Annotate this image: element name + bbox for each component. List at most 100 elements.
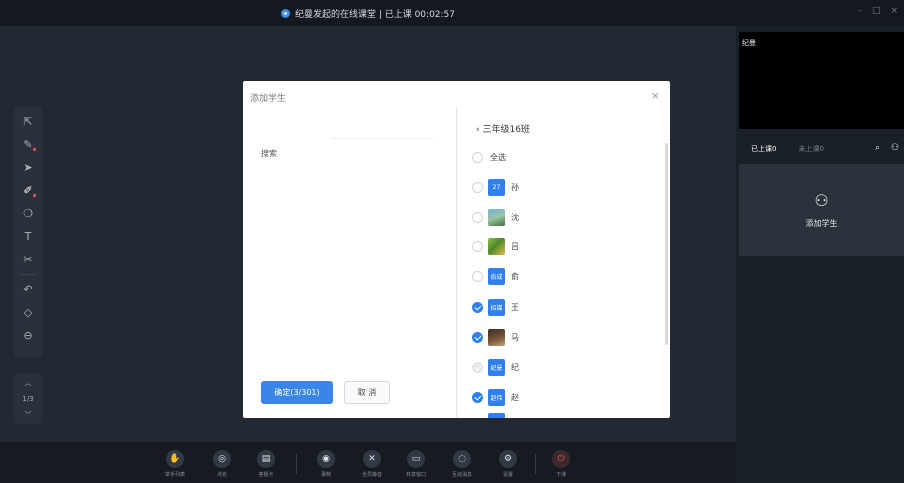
page-down-icon[interactable]: ﹀ bbox=[25, 410, 32, 420]
avatar: 俞成 bbox=[488, 267, 505, 285]
student-name: 马 bbox=[511, 332, 519, 342]
bottom-control-bar: ✋ 举手列表 ◎ 点名 ▤ 答题卡 ◉ 录制 ✕ 全员静音 ▭ 共享窗口 ◌ 互… bbox=[0, 442, 736, 483]
back-chevron-icon[interactable]: ‹ bbox=[476, 125, 480, 135]
student-list: 全选 27 孙 沈 吕 俞成 俞 招娣 王 马 纪曼 纪 赵伟 赵 bbox=[472, 147, 662, 418]
student-checkbox[interactable] bbox=[472, 270, 483, 282]
list-item[interactable]: 27 孙 bbox=[472, 177, 662, 197]
student-list-scrollbar[interactable] bbox=[665, 143, 668, 345]
search-input[interactable]: 搜索 bbox=[261, 148, 277, 159]
share-window-button[interactable]: ▭ 共享窗口 bbox=[396, 450, 436, 478]
hand-raise-list-button[interactable]: ✋ 举手列表 bbox=[155, 450, 195, 478]
answer-card-icon: ▤ bbox=[257, 450, 275, 468]
select-all-label: 全选 bbox=[490, 152, 506, 162]
add-student-card[interactable]: ⚇ 添加学生 bbox=[739, 164, 904, 256]
student-checkbox[interactable] bbox=[472, 331, 483, 343]
add-student-dialog: 添加学生 × 搜索 确定(3/301) 取 消 ‹ 三年级16班 全选 27 孙 bbox=[243, 81, 670, 418]
student-name: 纪 bbox=[511, 362, 519, 372]
select-all-row[interactable]: 全选 bbox=[472, 147, 662, 167]
avatar bbox=[488, 237, 505, 255]
student-checkbox[interactable] bbox=[472, 181, 483, 193]
student-checkbox bbox=[472, 361, 483, 373]
teacher-video: 纪曼 bbox=[739, 32, 904, 129]
student-checkbox[interactable] bbox=[472, 301, 483, 313]
pointer-out-icon[interactable]: ⇱ bbox=[14, 110, 42, 133]
student-checkbox[interactable] bbox=[472, 391, 483, 403]
list-item[interactable]: 沈 bbox=[472, 207, 662, 227]
undo-icon[interactable]: ↶ bbox=[14, 278, 42, 301]
search-underline bbox=[331, 138, 433, 139]
pen-icon[interactable]: ✐ bbox=[14, 179, 42, 202]
avatar: 纪曼 bbox=[488, 358, 505, 376]
title-bar: 纪曼发起的在线课堂 | 已上课 00:02:57 – □ × bbox=[0, 0, 904, 26]
shapes-icon[interactable]: ❍ bbox=[14, 202, 42, 225]
pen-color-dot bbox=[33, 194, 36, 197]
confirm-button[interactable]: 确定(3/301) bbox=[261, 381, 333, 404]
avatar bbox=[488, 412, 505, 418]
laser-pen-icon[interactable]: ✎ bbox=[14, 133, 42, 156]
list-item[interactable] bbox=[472, 411, 662, 418]
classroom-app: 纪曼发起的在线课堂 | 已上课 00:02:57 – □ × ⇱ ✎ ➤ ✐ ❍… bbox=[0, 0, 904, 483]
roll-call-button[interactable]: ◎ 点名 bbox=[202, 450, 242, 478]
right-panel: 纪曼 已上课0 未上课0 ⌕ ⚇ ⚇ 添加学生 bbox=[736, 26, 904, 483]
page-navigator: ︿ 1/3 ﹀ bbox=[14, 374, 42, 424]
class-breadcrumb: ‹ 三年级16班 bbox=[476, 122, 530, 135]
record-icon: ◉ bbox=[317, 450, 335, 468]
student-name: 王 bbox=[511, 302, 519, 312]
list-item[interactable]: 俞成 俞 bbox=[472, 266, 662, 286]
settings-button[interactable]: ⚙ 设置 bbox=[488, 450, 528, 478]
dialog-divider bbox=[456, 107, 457, 418]
message-icon: ◌ bbox=[453, 450, 471, 468]
search-icon[interactable]: ⌕ bbox=[875, 143, 880, 153]
cancel-button[interactable]: 取 消 bbox=[344, 381, 390, 404]
end-class-button[interactable]: ⏻ 下课 bbox=[541, 450, 581, 478]
clear-icon[interactable]: ⊖ bbox=[14, 324, 42, 347]
tab-absent[interactable]: 未上课0 bbox=[798, 144, 823, 154]
window-title-text: 纪曼发起的在线课堂 | 已上课 00:02:57 bbox=[294, 9, 456, 20]
roll-call-icon: ◎ bbox=[213, 450, 231, 468]
scissors-icon[interactable]: ✂ bbox=[14, 248, 42, 271]
attendance-tabs: 已上课0 未上课0 ⌕ ⚇ bbox=[739, 138, 904, 160]
hand-icon: ✋ bbox=[166, 450, 184, 468]
student-checkbox[interactable] bbox=[472, 211, 483, 223]
power-icon: ⏻ bbox=[552, 450, 570, 468]
student-name: 俞 bbox=[511, 271, 519, 281]
avatar: 27 bbox=[488, 178, 505, 196]
mute-all-icon: ✕ bbox=[363, 450, 381, 468]
page-up-icon[interactable]: ︿ bbox=[25, 378, 32, 388]
add-student-icon: ⚇ bbox=[814, 191, 829, 210]
window-controls: – □ × bbox=[857, 6, 898, 16]
list-item[interactable]: 招娣 王 bbox=[472, 297, 662, 317]
answer-card-button[interactable]: ▤ 答题卡 bbox=[246, 450, 286, 478]
student-checkbox[interactable] bbox=[472, 240, 483, 252]
list-item[interactable]: 马 bbox=[472, 327, 662, 347]
tab-attended[interactable]: 已上课0 bbox=[751, 144, 776, 154]
bottom-divider bbox=[535, 454, 536, 474]
text-icon[interactable]: T bbox=[14, 225, 42, 248]
student-name: 沈 bbox=[511, 212, 519, 222]
maximize-icon[interactable]: □ bbox=[872, 6, 881, 16]
video-name-label: 纪曼 bbox=[742, 39, 756, 47]
list-item[interactable]: 吕 bbox=[472, 236, 662, 256]
mute-all-button[interactable]: ✕ 全员静音 bbox=[352, 450, 392, 478]
live-indicator-icon bbox=[280, 8, 290, 18]
close-icon[interactable]: × bbox=[651, 89, 660, 102]
list-item[interactable]: 赵伟 赵 bbox=[472, 387, 662, 407]
class-name: 三年级16班 bbox=[482, 125, 530, 135]
avatar bbox=[488, 328, 505, 346]
student-name: 赵 bbox=[511, 392, 519, 402]
select-all-checkbox[interactable] bbox=[472, 151, 483, 163]
avatar: 招娣 bbox=[488, 298, 505, 316]
window-title: 纪曼发起的在线课堂 | 已上课 00:02:57 bbox=[0, 0, 736, 26]
minimize-icon[interactable]: – bbox=[857, 6, 862, 16]
bottom-divider bbox=[296, 454, 297, 474]
gear-icon: ⚙ bbox=[499, 450, 517, 468]
share-window-icon: ▭ bbox=[407, 450, 425, 468]
close-window-icon[interactable]: × bbox=[890, 6, 898, 16]
interactive-messages-button[interactable]: ◌ 互动消息 bbox=[442, 450, 482, 478]
add-user-icon[interactable]: ⚇ bbox=[891, 143, 899, 153]
record-button[interactable]: ◉ 录制 bbox=[306, 450, 346, 478]
dialog-title: 添加学生 bbox=[250, 94, 287, 104]
select-arrow-icon[interactable]: ➤ bbox=[14, 156, 42, 179]
student-name: 孙 bbox=[511, 182, 519, 192]
eraser-icon[interactable]: ◇ bbox=[14, 301, 42, 324]
